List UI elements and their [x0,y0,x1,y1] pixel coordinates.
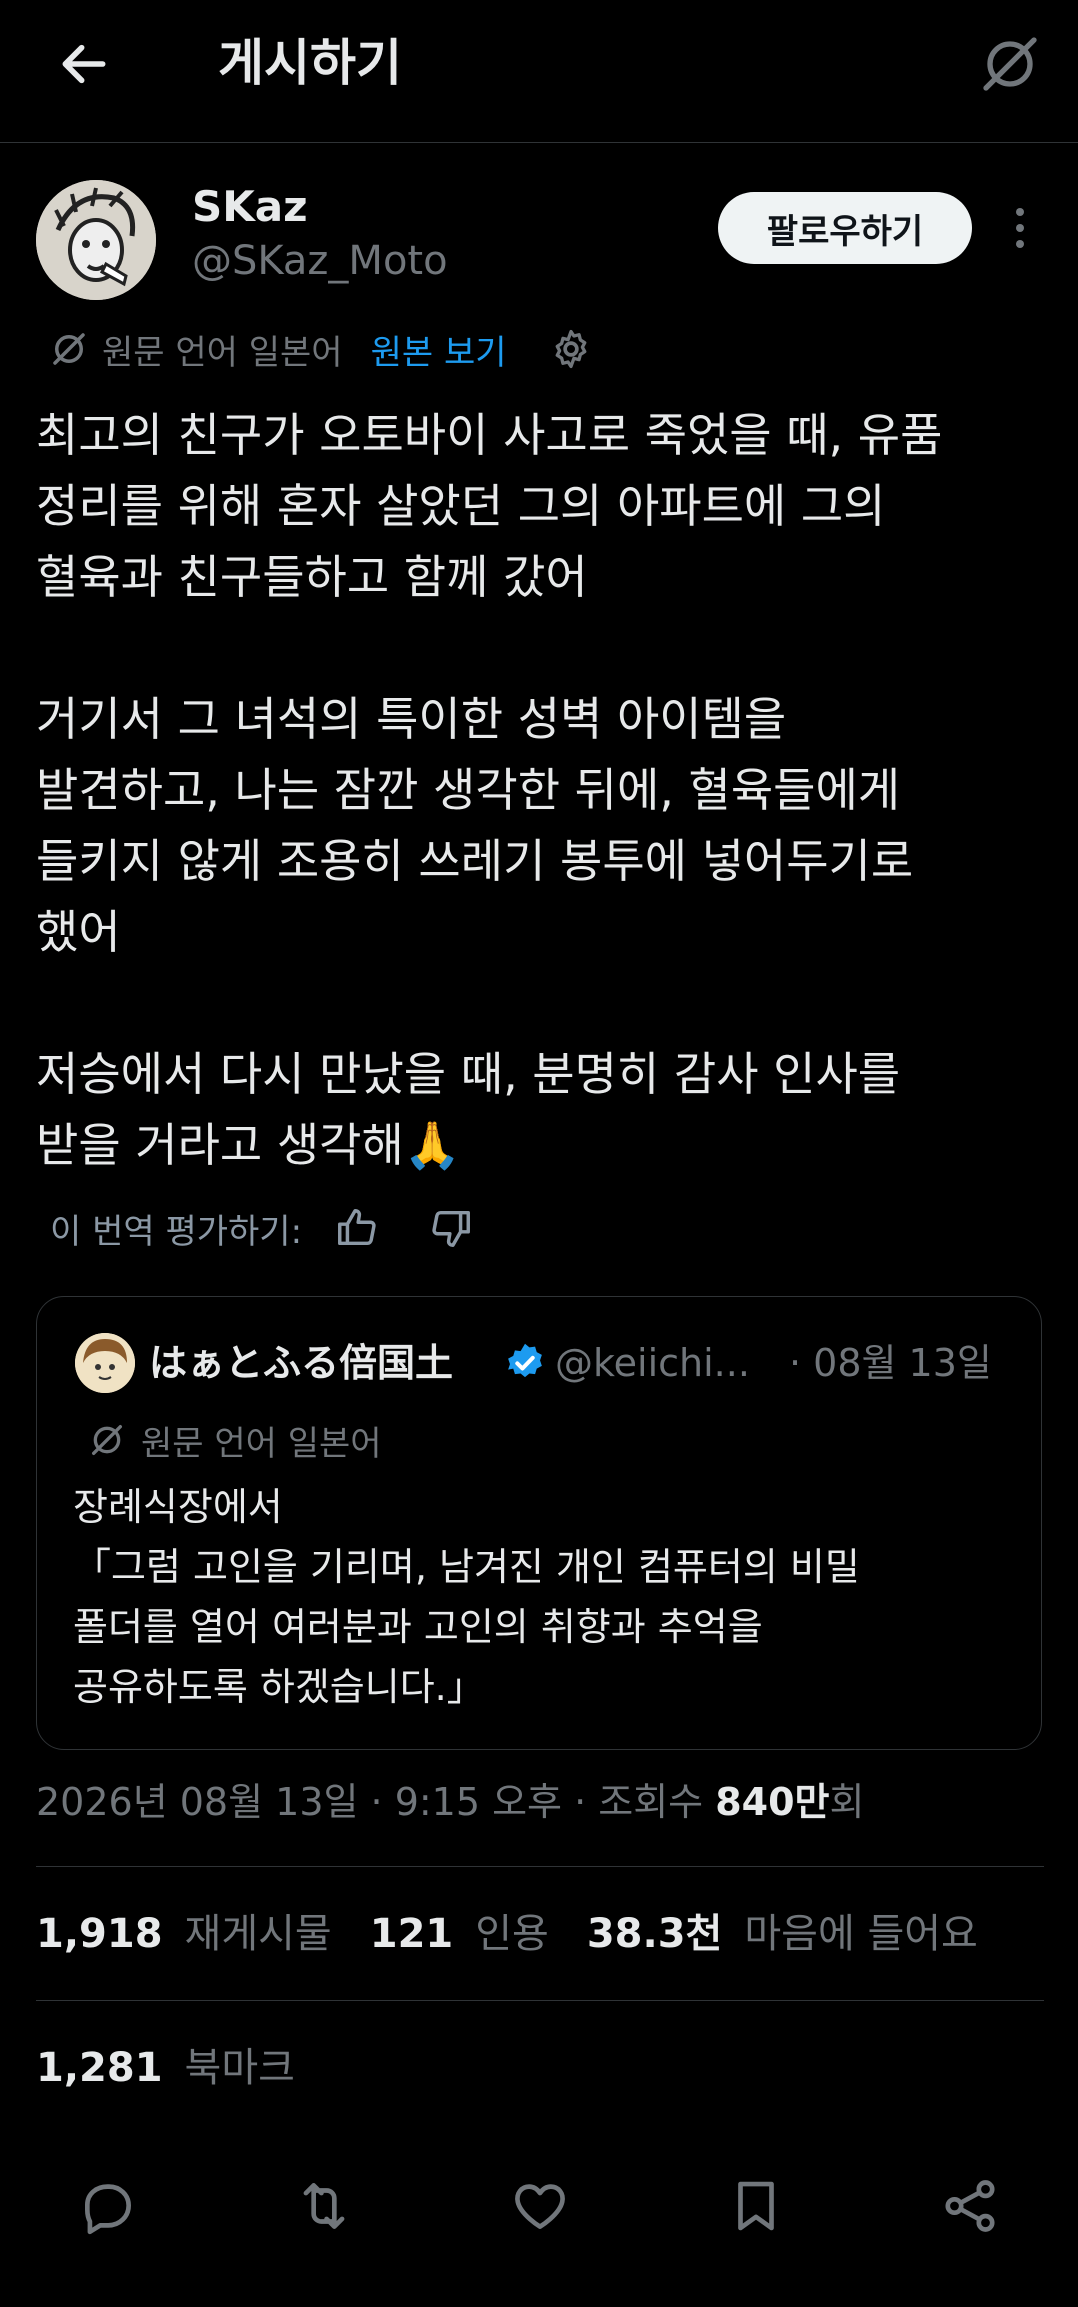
repost-button[interactable] [288,2170,360,2242]
repost-icon [303,2183,345,2229]
gear-icon[interactable] [549,327,593,371]
source-language-label: 원문 언어 일본어 [102,332,343,373]
likes-count: 38.3천 [586,1911,723,1957]
like-icon [515,2184,565,2229]
divider [36,2000,1044,2001]
view-count: 840만 [715,1780,830,1824]
verified-badge-icon [503,1341,547,1385]
grok-button[interactable] [970,24,1050,104]
quoted-author-handle: @keiichi... [555,1341,750,1385]
quoted-tweet-text: 장례식장에서 「그럼 고인을 기리며, 남겨진 개인 컴퓨터의 비밀 폴더를 열… [73,1485,860,1709]
reply-button[interactable] [72,2170,144,2242]
rate-translation: 이 번역 평가하기: [50,1198,474,1258]
quoted-date: · 08월 13일 [789,1341,992,1385]
bookmark-button[interactable] [720,2170,792,2242]
translation-info: 원문 언어 일본어 원본 보기 [48,322,593,376]
reply-icon [85,2184,131,2235]
top-bar [0,0,1078,143]
bookmark-icon [738,2181,774,2231]
author-handle[interactable]: @SKaz_Moto [192,234,448,288]
like-button[interactable] [504,2170,576,2242]
tweet-timestamp: 2026년 08월 13일 · 9:15 오후 · 조회수 [36,1780,716,1824]
tweet-meta: 2026년 08월 13일 · 9:15 오후 · 조회수 840만회 [36,1770,865,1834]
share-icon [945,2180,995,2232]
arrow-left-icon [62,44,106,84]
bookmarks-count: 1,281 [36,2045,163,2091]
quotes-label: 인용 [475,1911,549,1957]
thumbs-down-icon[interactable] [428,1205,474,1251]
quoted-tweet-card[interactable]: はぁとふる倍国土 @keiichi... · 08월 13일 원문 언어 일본어… [36,1296,1042,1750]
author-name[interactable]: SKaz [192,180,308,234]
quoted-author-name: はぁとふる倍国土 [149,1341,454,1385]
view-count-suffix: 회 [829,1780,865,1824]
quoted-translation-info: 원문 언어 일본어 [87,1413,382,1467]
quoted-avatar [75,1333,135,1393]
likes-label: 마음에 들어요 [744,1911,978,1957]
thumbs-up-icon[interactable] [334,1205,380,1251]
quoted-source-language-label: 원문 언어 일본어 [141,1423,382,1464]
reposts-stat[interactable]: 1,918 재게시물 [36,1904,332,1964]
avatar[interactable] [36,180,156,300]
avatar-illustration [36,180,156,300]
translate-icon [87,1420,127,1460]
share-button[interactable] [934,2170,1006,2242]
translate-icon [48,328,90,370]
page-title: 게시하기 [218,34,402,92]
back-button[interactable] [48,28,120,100]
divider [36,1866,1044,1867]
bookmarks-label: 북마크 [184,2045,295,2091]
quotes-count: 121 [369,1911,454,1957]
rate-translation-label: 이 번역 평가하기: [50,1211,303,1252]
more-options-button[interactable] [1000,196,1040,260]
grok-icon [983,37,1037,91]
reposts-label: 재게시물 [184,1911,332,1957]
tweet-text: 최고의 친구가 오토바이 사고로 죽었을 때, 유품 정리를 위해 혼자 살았던… [36,408,943,1172]
likes-stat[interactable]: 38.3천 마음에 들어요 [587,1904,978,1964]
bookmarks-stat[interactable]: 1,281 북마크 [36,2038,295,2098]
more-vertical-icon [1016,208,1024,216]
follow-button[interactable]: 팔로우하기 [718,192,972,264]
engagement-stats: 1,918 재게시물 121 인용 38.3천 마음에 들어요 [36,1904,1016,1964]
show-original-link[interactable]: 원본 보기 [371,325,507,374]
reposts-count: 1,918 [36,1911,163,1957]
quotes-stat[interactable]: 121 인용 [370,1904,549,1964]
